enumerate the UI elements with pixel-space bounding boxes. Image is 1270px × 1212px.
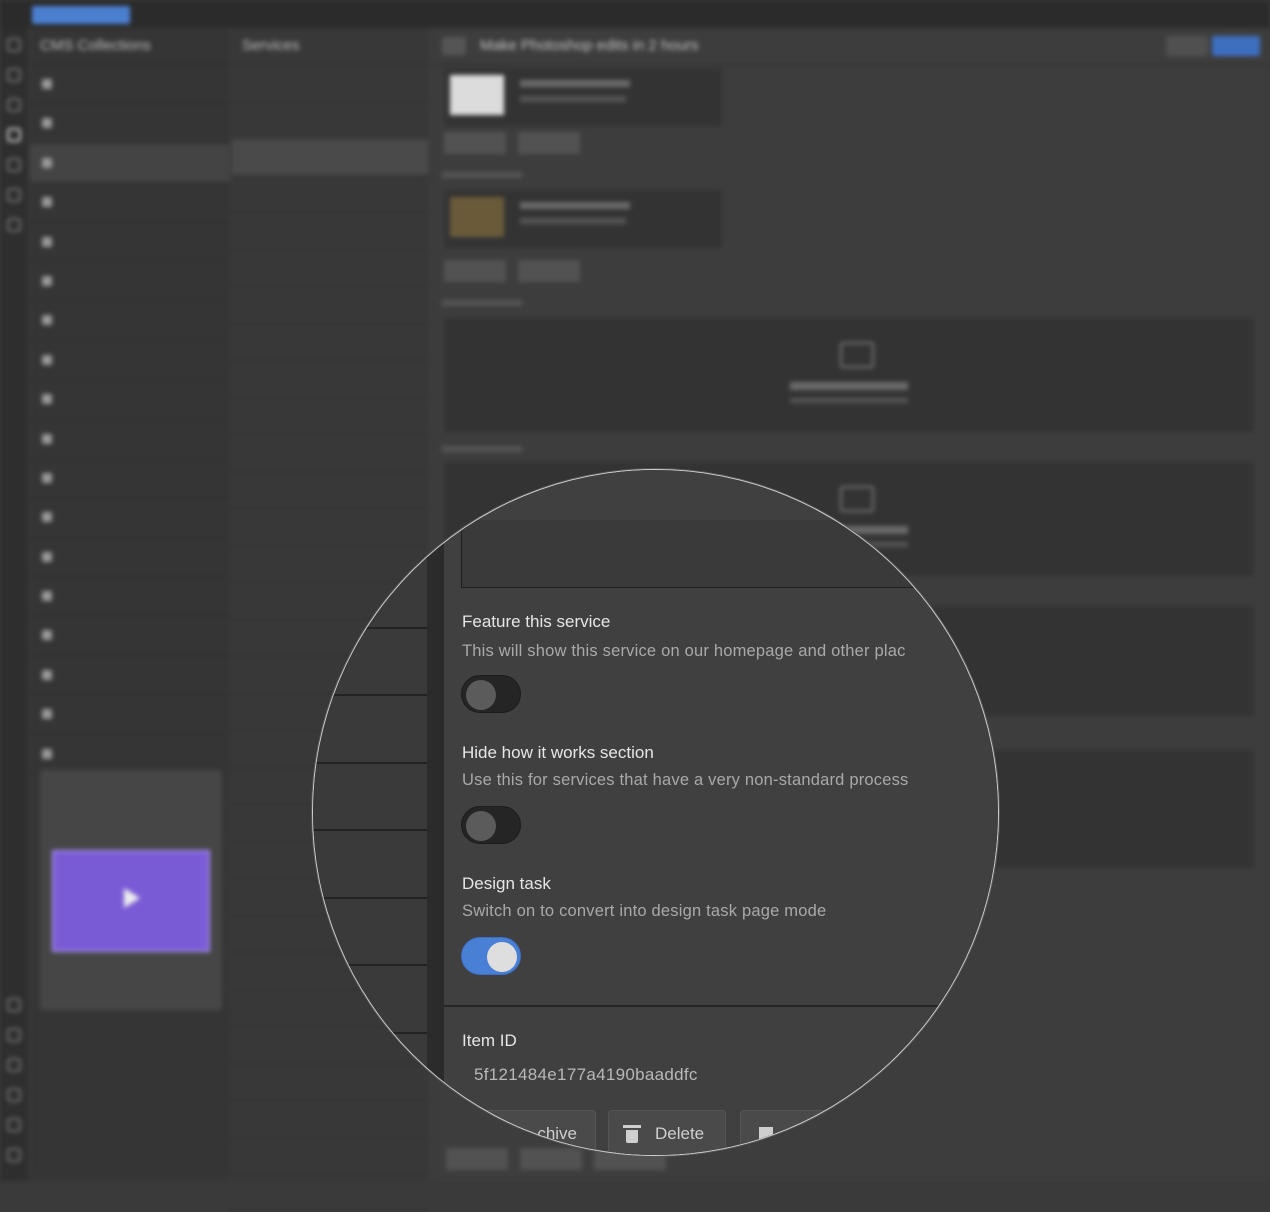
text-area-field[interactable] (461, 520, 981, 588)
environment-badge[interactable] (32, 6, 130, 24)
collection-item[interactable] (30, 459, 230, 499)
list-item-selected[interactable] (232, 139, 428, 176)
account-icon[interactable] (7, 1148, 21, 1162)
settings-icon[interactable] (7, 218, 21, 232)
collection-item[interactable] (30, 301, 230, 341)
item-id-label: Item ID (462, 1031, 517, 1050)
collection-item[interactable] (30, 143, 230, 184)
collection-item[interactable] (30, 104, 230, 144)
scrollbar[interactable] (427, 470, 444, 1155)
items-list-zoomed (313, 470, 427, 1155)
top-strip (0, 0, 1270, 28)
items-title[interactable]: Services (232, 28, 428, 65)
search-icon[interactable] (7, 1088, 21, 1102)
collection-item[interactable] (30, 695, 230, 735)
image-icon (840, 342, 874, 368)
section-divider (444, 1005, 998, 1007)
toggle-knob (466, 680, 496, 710)
hide-how-it-works-help: Use this for services that have a very n… (462, 771, 909, 789)
play-icon[interactable] (124, 888, 140, 908)
delete-button[interactable]: Delete (608, 1110, 726, 1155)
field-label (442, 300, 522, 306)
replace-button[interactable] (444, 132, 506, 154)
design-task-label: Design task (462, 874, 551, 893)
list-item[interactable] (232, 435, 428, 472)
collection-item[interactable] (30, 735, 230, 775)
list-item[interactable] (232, 213, 428, 250)
ecommerce-icon[interactable] (7, 158, 21, 172)
image-thumbnail (450, 197, 504, 237)
remove-button[interactable] (518, 260, 580, 282)
field-label (442, 446, 522, 452)
duplicate-icon (759, 1127, 773, 1141)
list-item[interactable] (232, 65, 428, 102)
image-drop-zone[interactable] (444, 318, 1254, 432)
delete-button-label: Delete (655, 1124, 705, 1143)
image-card[interactable] (444, 190, 722, 248)
cms-icon[interactable] (7, 128, 21, 142)
trash-icon (623, 1125, 641, 1143)
audit-icon[interactable] (7, 1118, 21, 1132)
hide-how-it-works-toggle[interactable] (461, 806, 521, 844)
archive-button[interactable]: chive (476, 1110, 596, 1155)
list-item[interactable] (232, 176, 428, 213)
collection-item[interactable] (30, 65, 230, 105)
collection-item[interactable] (30, 262, 230, 302)
list-item[interactable] (232, 287, 428, 324)
magnified-content: Feature this service This will show this… (313, 470, 998, 1155)
feature-service-label: Feature this service (462, 612, 611, 631)
hide-how-it-works-label: Hide how it works section (462, 743, 654, 762)
close-panel-icon[interactable] (442, 37, 466, 55)
list-item[interactable] (232, 250, 428, 287)
field-label (442, 172, 522, 178)
promo-video-thumbnail[interactable] (52, 850, 210, 952)
collection-item[interactable] (30, 616, 230, 656)
list-item[interactable] (232, 398, 428, 435)
collection-item[interactable] (30, 656, 230, 696)
collection-item[interactable] (30, 341, 230, 381)
item-id-value: 5f121484e177a4190baaddfc (474, 1065, 698, 1084)
duplicate-button[interactable] (740, 1110, 860, 1155)
magnifier-lens: Feature this service This will show this… (313, 470, 998, 1155)
secondary-button[interactable] (1166, 36, 1208, 56)
design-task-help: Switch on to convert into design task pa… (462, 902, 827, 920)
list-item[interactable] (232, 324, 428, 361)
video-icon[interactable] (7, 1028, 21, 1042)
promo-card (40, 770, 222, 1010)
collection-item[interactable] (30, 420, 230, 459)
designer-icon-rail (0, 28, 28, 1181)
navigator-icon[interactable] (7, 68, 21, 82)
collection-item[interactable] (30, 538, 230, 578)
collection-item[interactable] (30, 223, 230, 262)
primary-button[interactable] (1212, 36, 1260, 56)
cms-editor-app: CMS Collections Services Make Photoshop … (0, 0, 1270, 1212)
remove-button[interactable] (518, 132, 580, 154)
feature-service-help: This will show this service on our homep… (462, 642, 906, 660)
collections-title[interactable]: CMS Collections (30, 28, 230, 65)
pages-icon[interactable] (7, 98, 21, 112)
design-task-toggle[interactable] (461, 937, 521, 975)
item-title: Make Photoshop edits in 2 hours (480, 37, 699, 54)
feature-service-toggle[interactable] (461, 675, 521, 713)
collection-item[interactable] (30, 380, 230, 420)
add-icon[interactable] (7, 38, 21, 52)
help-icon[interactable] (7, 998, 21, 1012)
toggle-knob (466, 811, 496, 841)
assets-icon[interactable] (7, 188, 21, 202)
image-thumbnail (450, 75, 504, 115)
archive-button-label: chive (537, 1124, 577, 1143)
list-item[interactable] (232, 361, 428, 398)
list-item[interactable] (232, 102, 428, 139)
toggle-knob (487, 942, 517, 972)
collection-item[interactable] (30, 498, 230, 538)
keyboard-icon[interactable] (7, 1058, 21, 1072)
editor-header: Make Photoshop edits in 2 hours (434, 28, 1270, 65)
image-card[interactable] (444, 68, 722, 126)
replace-button[interactable] (444, 260, 506, 282)
collection-item[interactable] (30, 577, 230, 617)
collection-item[interactable] (30, 183, 230, 223)
